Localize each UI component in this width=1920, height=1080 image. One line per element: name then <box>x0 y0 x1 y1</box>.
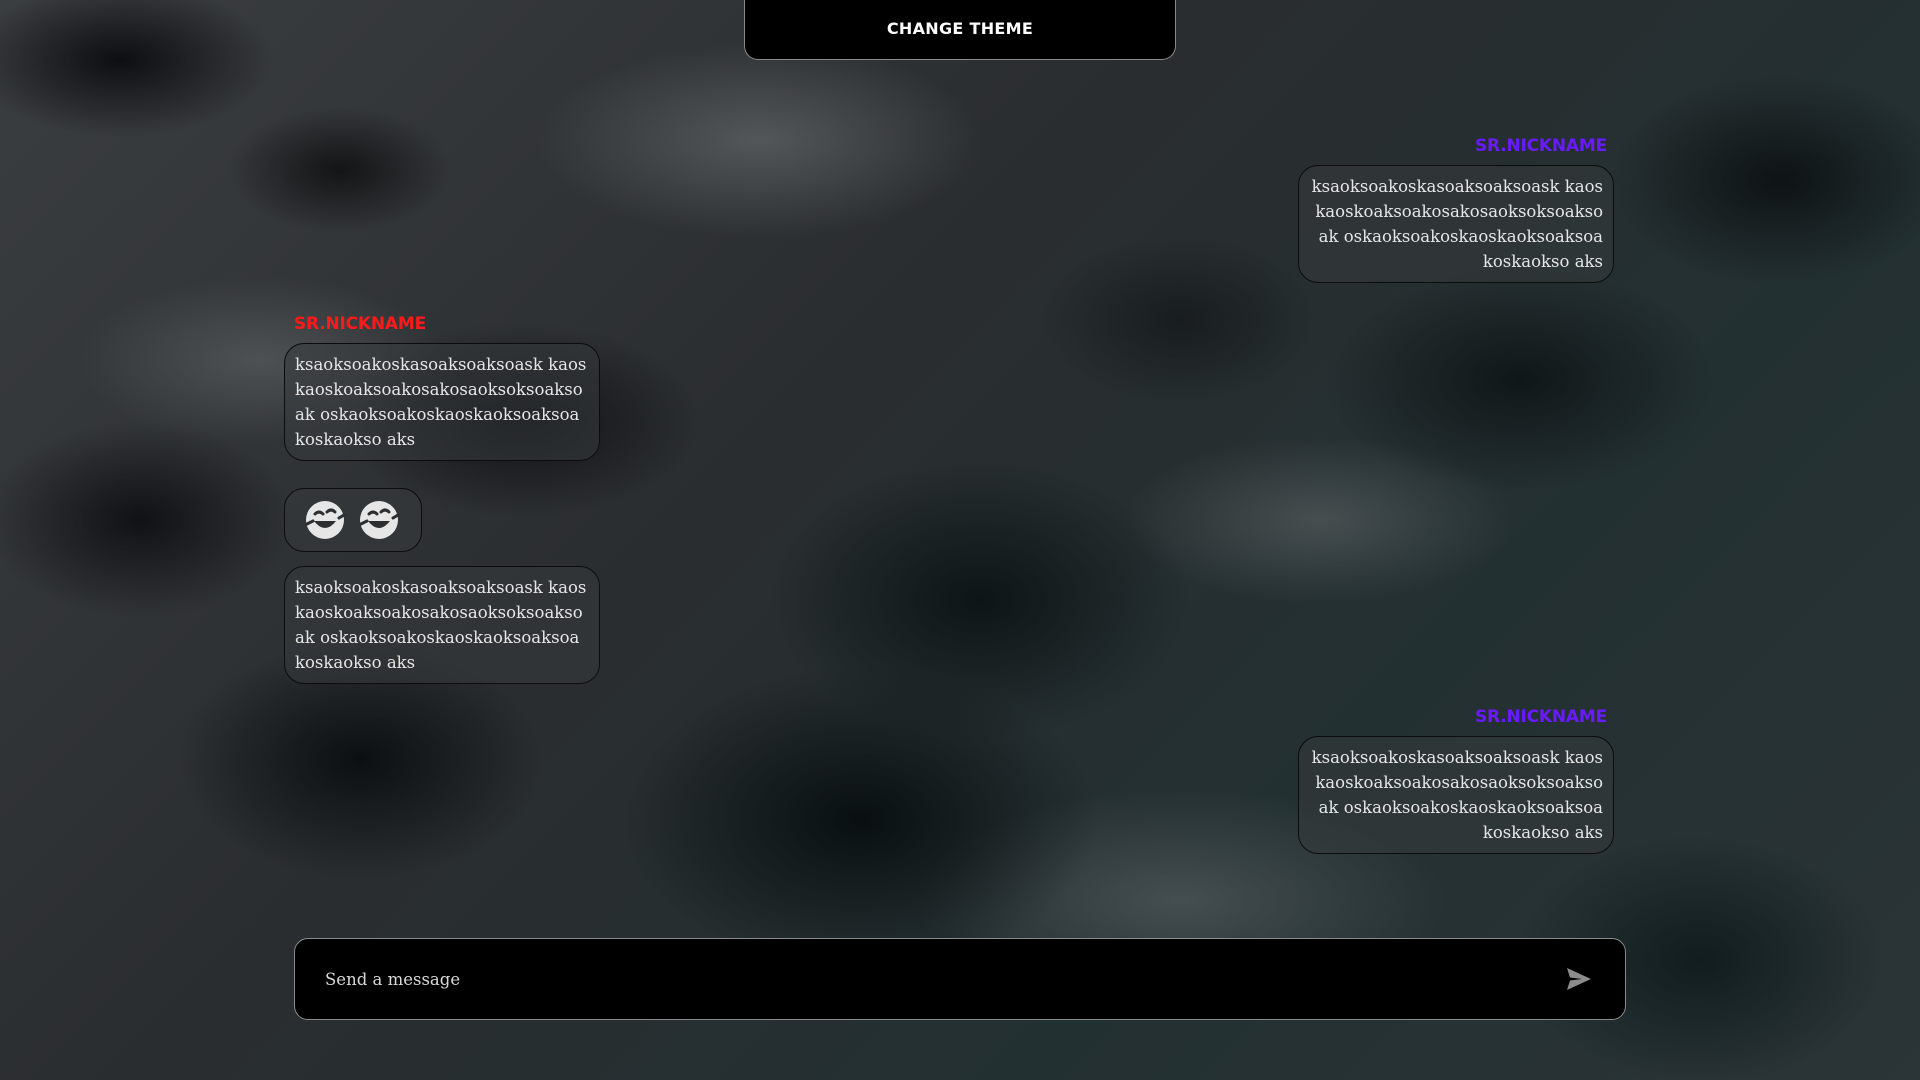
emoji-message-bubble <box>284 488 422 552</box>
laughing-emoji-icon <box>305 501 346 539</box>
message-bubble-left: ksaoksoakoskasoaksoaksoask kaoskaoskoaks… <box>284 343 600 461</box>
message-input[interactable] <box>295 968 1555 990</box>
send-button[interactable] <box>1555 955 1603 1003</box>
message-bubble-left: ksaoksoakoskasoaksoaksoask kaoskaoskoaks… <box>284 566 600 684</box>
message-bubble-right: ksaoksoakoskasoaksoaksoask kaoskaoskoaks… <box>1298 165 1614 283</box>
laughing-emoji-icon <box>359 501 400 539</box>
sender-nickname: SR.NICKNAME <box>294 314 427 334</box>
send-icon <box>1567 968 1591 990</box>
message-composer <box>294 938 1626 1020</box>
change-theme-button[interactable]: CHANGE THEME <box>744 0 1176 60</box>
message-bubble-right: ksaoksoakoskasoaksoaksoask kaoskaoskoaks… <box>1298 736 1614 854</box>
sender-nickname: SR.NICKNAME <box>1474 136 1607 156</box>
sender-nickname: SR.NICKNAME <box>1474 707 1607 727</box>
